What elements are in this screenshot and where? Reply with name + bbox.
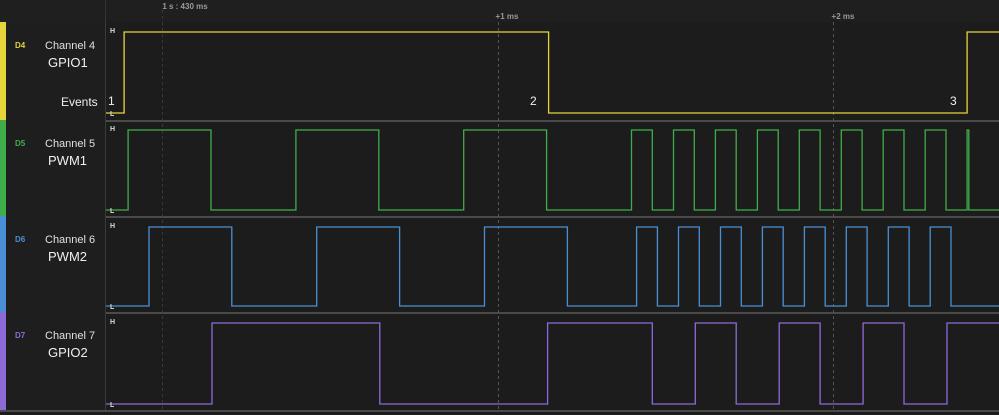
waveform-area[interactable]: H L H L H L H L	[0, 0, 999, 415]
high-level-label: H	[110, 126, 115, 133]
low-level-label: L	[110, 111, 115, 118]
waveform-d5	[106, 129, 999, 211]
low-level-label: L	[110, 402, 115, 409]
high-level-label: H	[110, 28, 115, 35]
waveform-d6	[106, 226, 999, 307]
high-level-label: H	[110, 223, 115, 230]
low-level-label: L	[110, 208, 115, 215]
waveform-d7	[106, 322, 999, 405]
low-level-label: L	[110, 304, 115, 311]
waveform-d4	[106, 31, 999, 114]
high-level-label: H	[110, 319, 115, 326]
